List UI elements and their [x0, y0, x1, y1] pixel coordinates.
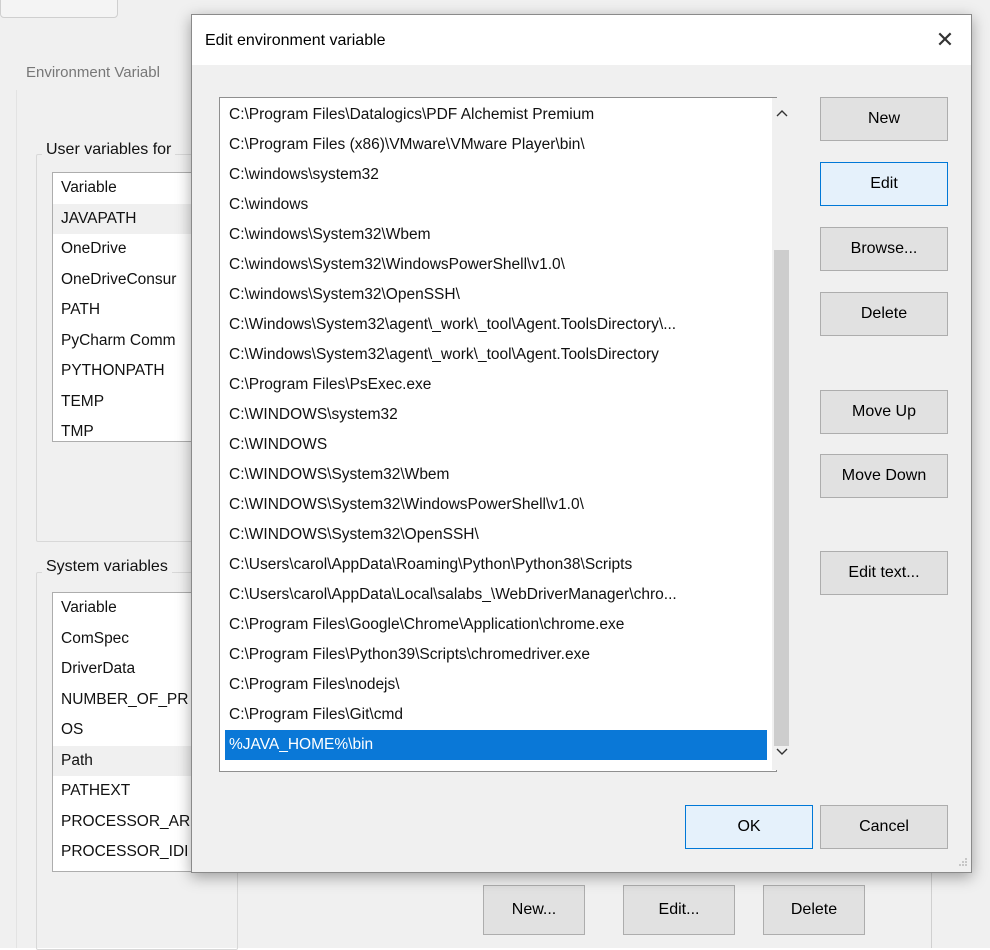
path-item[interactable]: C:\Program Files\Git\cmd — [225, 700, 776, 730]
list-item[interactable]: DriverData — [53, 654, 203, 685]
list-item[interactable]: PATHEXT — [53, 776, 203, 807]
path-item[interactable]: C:\WINDOWS\system32 — [225, 400, 776, 430]
path-item[interactable]: C:\windows\System32\WindowsPowerShell\v1… — [225, 250, 776, 280]
path-item[interactable]: C:\Windows\System32\agent\_work\_tool\Ag… — [225, 340, 776, 370]
list-item[interactable]: ComSpec — [53, 624, 203, 655]
list-item[interactable]: PROCESSOR_AR — [53, 807, 203, 838]
scrollbar-thumb[interactable] — [774, 250, 789, 746]
list-item[interactable]: NUMBER_OF_PR — [53, 685, 203, 716]
chevron-up-icon[interactable] — [772, 105, 792, 125]
path-item[interactable]: C:\WINDOWS\System32\Wbem — [225, 460, 776, 490]
move-down-button[interactable]: Move Down — [820, 454, 948, 498]
path-item[interactable]: C:\Program Files\PsExec.exe — [225, 370, 776, 400]
list-item[interactable]: PyCharm Comm — [53, 326, 203, 357]
list-item[interactable]: TEMP — [53, 387, 203, 418]
resize-grip-icon[interactable] — [958, 857, 968, 869]
path-item[interactable]: C:\Users\carol\AppData\Local\salabs_\Web… — [225, 580, 776, 610]
new-button[interactable]: New — [820, 97, 948, 141]
path-item[interactable]: C:\WINDOWS\System32\OpenSSH\ — [225, 520, 776, 550]
ok-button[interactable]: OK — [685, 805, 813, 849]
list-item[interactable]: Path — [53, 745, 203, 776]
user-variables-title: User variables for — [42, 141, 176, 159]
edit-text-button[interactable]: Edit text... — [820, 551, 948, 595]
list-header[interactable]: Variable — [53, 593, 203, 624]
list-item[interactable]: PATH — [53, 295, 203, 326]
window-title: Environment Variabl — [26, 64, 160, 81]
move-up-button[interactable]: Move Up — [820, 390, 948, 434]
list-item[interactable]: OS — [53, 715, 203, 746]
dialog-title-bar[interactable]: Edit environment variable ✕ — [192, 15, 971, 65]
background-top-button[interactable] — [0, 0, 118, 18]
path-item[interactable]: C:\Program Files\nodejs\ — [225, 670, 776, 700]
list-item[interactable]: OneDriveConsur — [53, 265, 203, 296]
path-item[interactable]: C:\windows\System32\Wbem — [225, 220, 776, 250]
path-list[interactable]: C:\Program Files\Datalogics\PDF Alchemis… — [219, 97, 777, 772]
path-item[interactable]: C:\WINDOWS\System32\WindowsPowerShell\v1… — [225, 490, 776, 520]
system-edit-button[interactable]: Edit... — [623, 885, 735, 935]
edit-environment-variable-dialog: Edit environment variable ✕ C:\Program F… — [191, 14, 972, 873]
chevron-down-icon[interactable] — [772, 744, 792, 764]
path-item[interactable]: C:\windows — [225, 190, 776, 220]
list-header[interactable]: Variable — [53, 173, 203, 204]
path-item-selected[interactable]: %JAVA_HOME%\bin — [225, 730, 767, 760]
cancel-button[interactable]: Cancel — [820, 805, 948, 849]
system-variables-list[interactable]: Variable ComSpec DriverData NUMBER_OF_PR… — [52, 592, 204, 872]
path-item[interactable]: C:\windows\System32\OpenSSH\ — [225, 280, 776, 310]
system-new-button[interactable]: New... — [483, 885, 585, 935]
path-item[interactable]: C:\Program Files\Datalogics\PDF Alchemis… — [225, 100, 776, 130]
user-variables-list[interactable]: Variable JAVAPATH OneDrive OneDriveConsu… — [52, 172, 204, 442]
path-item[interactable]: C:\Windows\System32\agent\_work\_tool\Ag… — [225, 310, 776, 340]
list-item[interactable]: PROCESSOR_IDI — [53, 837, 203, 868]
path-item[interactable]: C:\Program Files (x86)\VMware\VMware Pla… — [225, 130, 776, 160]
list-item[interactable]: OneDrive — [53, 234, 203, 265]
path-item[interactable]: C:\windows\system32 — [225, 160, 776, 190]
dialog-title: Edit environment variable — [205, 32, 386, 49]
path-item[interactable]: C:\WINDOWS — [225, 430, 776, 460]
delete-button[interactable]: Delete — [820, 292, 948, 336]
list-item[interactable]: PYTHONPATH — [53, 356, 203, 387]
path-item[interactable]: C:\Program Files\Python39\Scripts\chrome… — [225, 640, 776, 670]
edit-button[interactable]: Edit — [820, 162, 948, 206]
system-variables-title: System variables — [42, 558, 172, 576]
list-item[interactable]: JAVAPATH — [53, 203, 203, 234]
browse-button[interactable]: Browse... — [820, 227, 948, 271]
close-icon[interactable]: ✕ — [919, 15, 971, 65]
list-item[interactable]: TMP — [53, 417, 203, 441]
path-item[interactable]: C:\Program Files\Google\Chrome\Applicati… — [225, 610, 776, 640]
system-delete-button[interactable]: Delete — [763, 885, 865, 935]
path-item[interactable]: C:\Users\carol\AppData\Roaming\Python\Py… — [225, 550, 776, 580]
